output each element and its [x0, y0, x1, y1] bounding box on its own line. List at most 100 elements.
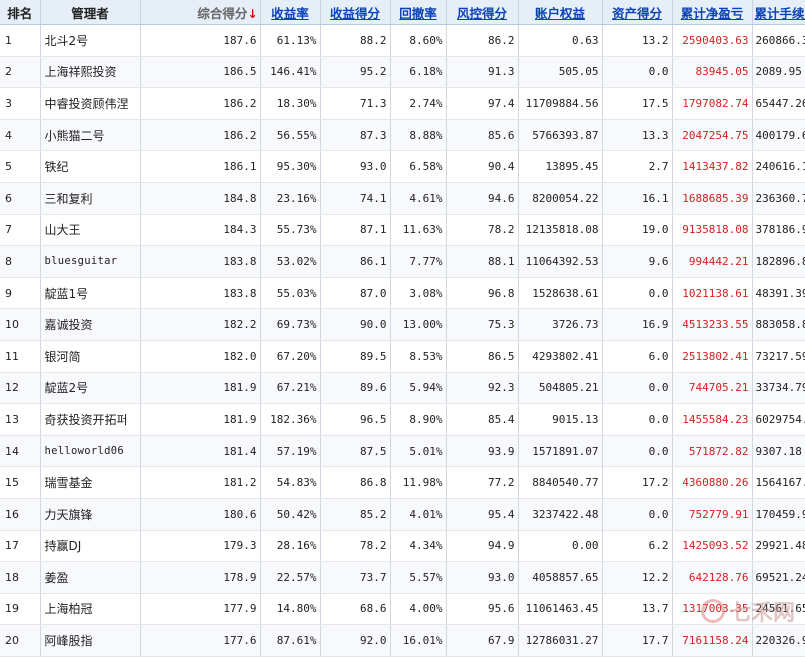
header-fees[interactable]: 累计手续费 — [752, 0, 805, 25]
cell-manager: 北斗2号 — [40, 25, 140, 57]
table-row[interactable]: 16力天旗锋180.650.42%85.24.01%95.43237422.48… — [0, 498, 805, 530]
cell-total-score: 182.0 — [140, 340, 260, 372]
cell-return-score: 88.2 — [320, 25, 390, 57]
cell-rank: 6 — [0, 182, 40, 214]
cell-asset-score: 9.6 — [602, 246, 672, 278]
cell-manager: 姜盈 — [40, 562, 140, 594]
cell-fees: 182896.80 — [752, 246, 805, 278]
header-net-profit[interactable]: 累计净盈亏 — [672, 0, 752, 25]
header-risk-score[interactable]: 风控得分 — [446, 0, 518, 25]
header-return-score-label: 收益得分 — [330, 6, 380, 21]
cell-risk-score: 75.3 — [446, 309, 518, 341]
table-row[interactable]: 12靛蓝2号181.967.21%89.65.94%92.3504805.210… — [0, 372, 805, 404]
cell-equity: 3726.73 — [518, 309, 602, 341]
cell-risk-score: 85.6 — [446, 119, 518, 151]
table-row[interactable]: 2上海祥熙投资186.5146.41%95.26.18%91.3505.050.… — [0, 56, 805, 88]
cell-asset-score: 0.0 — [602, 435, 672, 467]
cell-total-score: 186.1 — [140, 151, 260, 183]
cell-total-score: 182.2 — [140, 309, 260, 341]
cell-asset-score: 17.2 — [602, 467, 672, 499]
table-row[interactable]: 9靛蓝1号183.855.03%87.03.08%96.81528638.610… — [0, 277, 805, 309]
table-row[interactable]: 7山大王184.355.73%87.111.63%78.212135818.08… — [0, 214, 805, 246]
header-equity[interactable]: 账户权益 — [518, 0, 602, 25]
cell-rank: 3 — [0, 88, 40, 120]
table-row[interactable]: 13奇获投资开拓퍼181.9182.36%96.58.90%85.49015.1… — [0, 404, 805, 436]
table-row[interactable]: 6三和复利184.823.16%74.14.61%94.68200054.221… — [0, 182, 805, 214]
cell-equity: 5766393.87 — [518, 119, 602, 151]
cell-equity: 8840540.77 — [518, 467, 602, 499]
table-row[interactable]: 18姜盈178.922.57%73.75.57%93.04058857.6512… — [0, 562, 805, 594]
cell-rank: 9 — [0, 277, 40, 309]
header-asset-score[interactable]: 资产得分 — [602, 0, 672, 25]
cell-risk-score: 94.6 — [446, 182, 518, 214]
table-row[interactable]: 17持赢DJ179.328.16%78.24.34%94.90.006.2142… — [0, 530, 805, 562]
table-row[interactable]: 4小熊猫二号186.256.55%87.38.88%85.65766393.87… — [0, 119, 805, 151]
header-return-rate[interactable]: 收益率 — [260, 0, 320, 25]
cell-net-profit: 1413437.82 — [672, 151, 752, 183]
cell-return-score: 87.3 — [320, 119, 390, 151]
table-row[interactable]: 1北斗2号187.661.13%88.28.60%86.20.6313.2259… — [0, 25, 805, 57]
table-row[interactable]: 11银河简182.067.20%89.58.53%86.54293802.416… — [0, 340, 805, 372]
cell-return-score: 71.3 — [320, 88, 390, 120]
cell-asset-score: 0.0 — [602, 56, 672, 88]
cell-risk-score: 86.2 — [446, 25, 518, 57]
header-equity-label: 账户权益 — [535, 6, 585, 21]
table-row[interactable]: 3中睿投资顾伟涅186.218.30%71.32.74%97.411709884… — [0, 88, 805, 120]
cell-rank: 2 — [0, 56, 40, 88]
cell-asset-score: 0.0 — [602, 404, 672, 436]
table-row[interactable]: 14helloworld06181.457.19%87.55.01%93.915… — [0, 435, 805, 467]
cell-fees: 6029754.04 — [752, 404, 805, 436]
cell-manager: 铁纪 — [40, 151, 140, 183]
cell-equity: 9015.13 — [518, 404, 602, 436]
cell-equity: 0.00 — [518, 530, 602, 562]
header-asset-score-label: 资产得分 — [612, 6, 662, 21]
cell-drawdown: 5.57% — [390, 562, 446, 594]
cell-drawdown: 8.90% — [390, 404, 446, 436]
cell-manager: 靛蓝2号 — [40, 372, 140, 404]
cell-net-profit: 1455584.23 — [672, 404, 752, 436]
cell-drawdown: 6.58% — [390, 151, 446, 183]
header-drawdown[interactable]: 回撤率 — [390, 0, 446, 25]
cell-equity: 13895.45 — [518, 151, 602, 183]
cell-return-rate: 69.73% — [260, 309, 320, 341]
cell-rank: 15 — [0, 467, 40, 499]
cell-rank: 5 — [0, 151, 40, 183]
cell-manager: 瑞雪基金 — [40, 467, 140, 499]
cell-net-profit: 1425093.52 — [672, 530, 752, 562]
cell-return-rate: 18.30% — [260, 88, 320, 120]
cell-equity: 8200054.22 — [518, 182, 602, 214]
cell-asset-score: 19.0 — [602, 214, 672, 246]
table-row[interactable]: 15瑞雪基金181.254.83%86.811.98%77.28840540.7… — [0, 467, 805, 499]
cell-asset-score: 13.7 — [602, 593, 672, 625]
cell-fees: 2089.95 — [752, 56, 805, 88]
cell-return-rate: 67.21% — [260, 372, 320, 404]
header-drawdown-label: 回撤率 — [399, 6, 437, 21]
table-row[interactable]: 19上海柏冠177.914.80%68.64.00%95.611061463.4… — [0, 593, 805, 625]
ranking-table: 排名管理者综合得分↓收益率收益得分回撤率风控得分账户权益资产得分累计净盈亏累计手… — [0, 0, 805, 657]
cell-manager: 银河简 — [40, 340, 140, 372]
cell-return-rate: 55.73% — [260, 214, 320, 246]
table-row[interactable]: 5铁纪186.195.30%93.06.58%90.413895.452.714… — [0, 151, 805, 183]
cell-total-score: 184.8 — [140, 182, 260, 214]
table-row[interactable]: 8bluesguitar183.853.02%86.17.77%88.11106… — [0, 246, 805, 278]
header-return-score[interactable]: 收益得分 — [320, 0, 390, 25]
header-manager: 管理者 — [40, 0, 140, 25]
cell-drawdown: 4.61% — [390, 182, 446, 214]
cell-risk-score: 78.2 — [446, 214, 518, 246]
header-total-score[interactable]: 综合得分↓ — [140, 0, 260, 25]
cell-rank: 19 — [0, 593, 40, 625]
cell-net-profit: 2513802.41 — [672, 340, 752, 372]
cell-manager: 持赢DJ — [40, 530, 140, 562]
cell-manager: 靛蓝1号 — [40, 277, 140, 309]
cell-return-score: 87.1 — [320, 214, 390, 246]
cell-total-score: 181.2 — [140, 467, 260, 499]
cell-fees: 170459.97 — [752, 498, 805, 530]
cell-total-score: 184.3 — [140, 214, 260, 246]
cell-net-profit: 2590403.63 — [672, 25, 752, 57]
cell-total-score: 179.3 — [140, 530, 260, 562]
cell-return-score: 73.7 — [320, 562, 390, 594]
cell-net-profit: 571872.82 — [672, 435, 752, 467]
cell-risk-score: 93.9 — [446, 435, 518, 467]
table-row[interactable]: 10嘉诚投资182.269.73%90.013.00%75.33726.7316… — [0, 309, 805, 341]
cell-return-rate: 61.13% — [260, 25, 320, 57]
